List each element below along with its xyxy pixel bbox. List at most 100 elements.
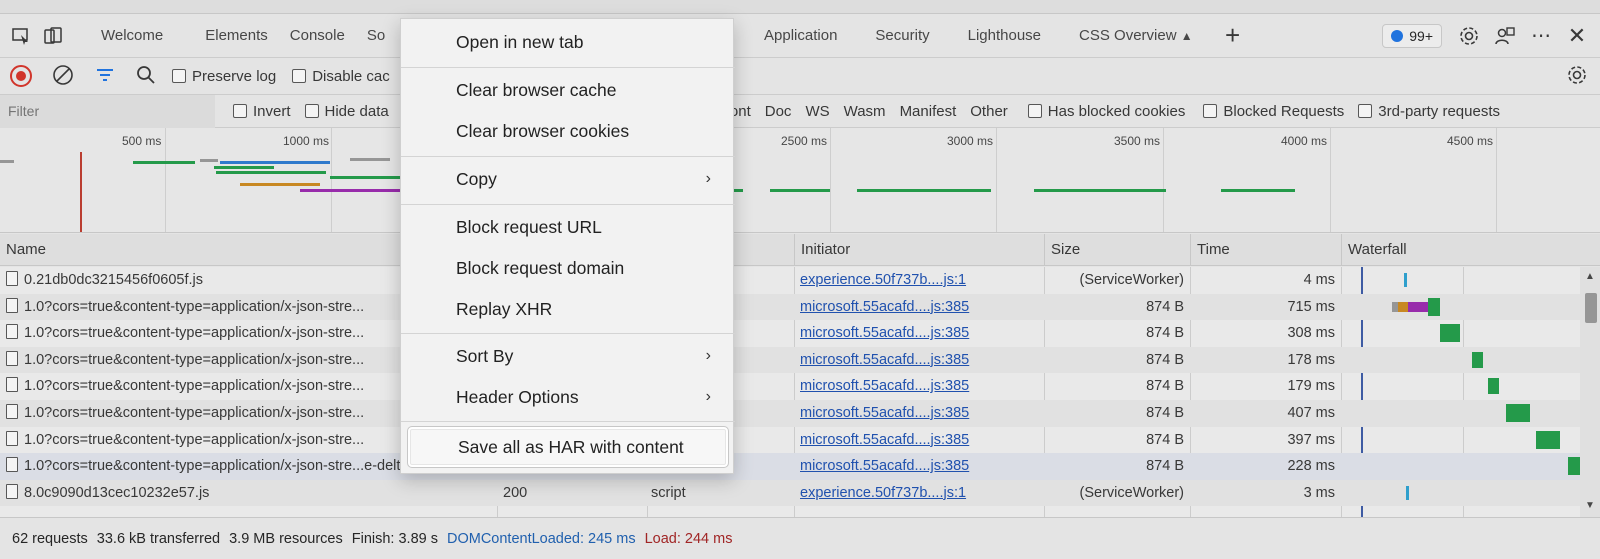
load-marker [80,152,82,232]
menu-item-label: Replay XHR [456,298,553,319]
filter-type-manifest[interactable]: Manifest [900,103,957,120]
has-blocked-cookies-label: Has blocked cookies [1047,102,1186,120]
filter-type-ws[interactable]: WS [805,103,829,120]
column-header-waterfall[interactable]: Waterfall [1341,234,1600,266]
disable-cache-checkbox[interactable]: Disable cac [292,68,390,85]
feedback-users-icon[interactable] [1494,25,1516,47]
flask-icon: ▲ [1180,29,1193,43]
preserve-log-checkbox[interactable]: Preserve log [172,68,276,85]
blocked-requests-checkbox[interactable]: Blocked Requests [1203,103,1344,120]
table-row[interactable]: 1.0?cors=true&content-type=application/x… [0,427,1580,454]
menu-item-label: Copy [456,168,497,189]
blocked-requests-box [1203,104,1218,118]
table-row[interactable]: 1.0?cors=true&content-type=application/x… [0,400,1580,427]
row-size: (ServiceWorker) [1079,484,1184,501]
waterfall-bar [1536,430,1560,449]
menu-item-replay-xhr[interactable]: Replay XHR [401,289,735,329]
tab-css-overview[interactable]: CSS Overview ▲ [1068,27,1204,44]
tab-elements[interactable]: Elements [194,27,279,44]
inspect-element-icon[interactable] [10,25,32,47]
row-initiator-link[interactable]: microsoft.55acafd....js:385 [800,400,1040,427]
row-initiator-link[interactable]: microsoft.55acafd....js:385 [800,427,1040,454]
row-initiator-link[interactable]: microsoft.55acafd....js:385 [800,347,1040,374]
column-header-size[interactable]: Size [1044,234,1190,266]
row-initiator-link[interactable]: microsoft.55acafd....js:385 [800,453,1040,480]
menu-item-label: Block request domain [456,257,625,278]
filter-type-other[interactable]: Other [970,103,1008,120]
row-initiator-link[interactable]: microsoft.55acafd....js:385 [800,373,1040,400]
row-time: 715 ms [1287,298,1335,315]
context-menu: Open in new tab Clear browser cache Clea… [400,18,735,474]
hide-data-urls-checkbox[interactable]: Hide data [304,103,389,120]
filter-input[interactable] [0,94,215,128]
table-row[interactable]: 1.0?cors=true&content-type=application/x… [0,320,1580,347]
table-scrollbar[interactable]: ▲ ▼ [1580,267,1600,517]
column-header-time[interactable]: Time [1190,234,1341,266]
table-row[interactable]: 1.0?cors=true&content-type=application/x… [0,293,1580,321]
table-row[interactable]: 1.0?cors=true&content-type=application/x… [0,453,1580,480]
row-size: (ServiceWorker) [1079,272,1184,288]
tab-welcome[interactable]: Welcome [90,27,174,44]
row-name-text: 1.0?cors=true&content-type=application/x… [24,325,365,342]
row-size: 874 B [1146,298,1184,315]
row-initiator-link[interactable]: microsoft.55acafd....js:385 [800,320,1040,347]
record-stop-icon[interactable] [10,65,32,87]
menu-item-label: Sort By [456,345,514,366]
scroll-down-arrow-icon[interactable]: ▼ [1585,500,1595,511]
overview-gridline [996,128,997,232]
overview-tick-label: 2500 ms [781,134,828,148]
issues-badge[interactable]: 99+ [1382,23,1442,48]
menu-item-copy[interactable]: Copy › [401,159,735,199]
tab-security[interactable]: Security [864,27,940,44]
row-size: 874 B [1146,351,1184,368]
more-tabs-plus-icon[interactable]: + [1222,20,1244,50]
row-name-text: 8.0c9090d13cec10232e57.js [24,484,210,501]
tab-console[interactable]: Console [279,27,356,44]
menu-item-sort-by[interactable]: Sort By › [401,336,735,376]
table-row[interactable]: 0.21db0dc3215456f0605f.js experience.50f… [0,267,1580,294]
filter-type-wasm[interactable]: Wasm [844,103,886,120]
filter-type-doc[interactable]: Doc [765,103,792,120]
row-initiator-link[interactable]: experience.50f737b....js:1 [800,267,1040,294]
row-initiator-link[interactable]: microsoft.55acafd....js:385 [800,294,1040,321]
menu-item-label: Clear browser cookies [456,120,630,141]
menu-item-save-all-as-har[interactable]: Save all as HAR with content [407,426,729,468]
hide-data-box [304,104,319,118]
row-time: 397 ms [1287,431,1335,448]
invert-checkbox[interactable]: Invert [233,103,291,120]
network-settings-gear-icon[interactable] [1566,64,1588,89]
third-party-label: 3rd-party requests [1378,102,1500,120]
more-options-icon[interactable]: ⋯ [1530,25,1552,47]
menu-item-header-options[interactable]: Header Options › [401,377,735,417]
tab-sources[interactable]: So [356,27,396,44]
table-row[interactable]: 1.0?cors=true&content-type=application/x… [0,346,1580,374]
menu-item-block-request-url[interactable]: Block request URL [401,207,735,247]
network-overview[interactable]: 500 ms 1000 ms 2500 ms 3000 ms 3500 ms 4… [0,128,1600,233]
menu-item-clear-browser-cookies[interactable]: Clear browser cookies [401,111,735,151]
clear-log-icon[interactable] [52,64,74,89]
filter-funnel-icon[interactable] [94,64,116,89]
device-toolbar-icon[interactable] [42,25,64,47]
tab-lighthouse[interactable]: Lighthouse [957,27,1052,44]
table-row[interactable]: 8.0c9090d13cec10232e57.js 200 script exp… [0,479,1580,507]
issues-count: 99+ [1409,27,1433,44]
scroll-up-arrow-icon[interactable]: ▲ [1585,271,1595,282]
scrollbar-thumb[interactable] [1585,293,1597,323]
column-header-initiator[interactable]: Initiator [794,234,1044,266]
overview-bar [216,171,326,174]
row-size: 874 B [1146,458,1184,475]
row-initiator-link[interactable]: experience.50f737b....js:1 [800,480,1040,507]
has-blocked-cookies-checkbox[interactable]: Has blocked cookies [1027,102,1186,120]
menu-item-block-request-domain[interactable]: Block request domain [401,248,735,288]
search-icon[interactable] [136,65,156,88]
tab-application[interactable]: Application [753,27,848,44]
preserve-log-label: Preserve log [192,67,277,85]
table-row[interactable]: 1.0?cors=true&content-type=application/x… [0,373,1580,400]
close-icon[interactable]: ✕ [1566,23,1588,48]
settings-gear-icon[interactable] [1458,25,1480,47]
disable-cache-label: Disable cac [312,67,390,85]
third-party-checkbox[interactable]: 3rd-party requests [1358,103,1500,120]
menu-item-clear-browser-cache[interactable]: Clear browser cache [401,70,735,110]
overview-tick-label: 3000 ms [947,134,994,148]
menu-item-open-in-new-tab[interactable]: Open in new tab [401,22,735,62]
